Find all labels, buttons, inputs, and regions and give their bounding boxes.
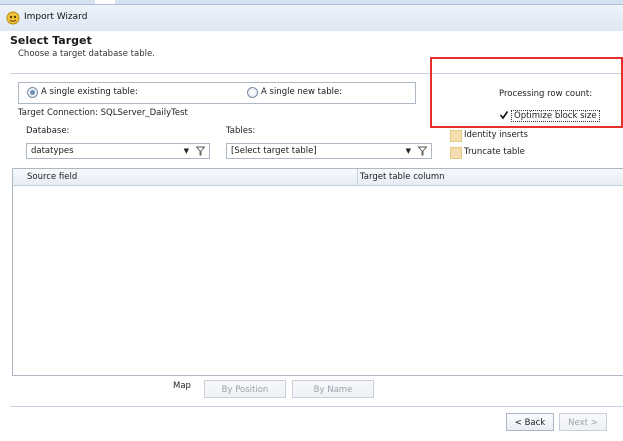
map-label: Map xyxy=(173,381,191,391)
footer-divider xyxy=(10,406,623,407)
tables-combo[interactable]: [Select target table] ▼ xyxy=(226,143,432,159)
mapping-grid[interactable]: Source field Target table column xyxy=(12,168,623,376)
page-subtitle: Choose a target database table. xyxy=(18,49,155,59)
column-header-source-field[interactable]: Source field xyxy=(27,172,77,182)
by-name-button[interactable]: By Name xyxy=(292,380,374,398)
database-label: Database: xyxy=(26,126,70,136)
window-title: Import Wizard xyxy=(24,12,88,22)
existing-table-label[interactable]: A single existing table: xyxy=(41,87,138,97)
filter-icon[interactable] xyxy=(418,146,427,156)
target-mode-group: A single existing table: A single new ta… xyxy=(18,82,416,104)
next-button[interactable]: Next > xyxy=(559,413,607,431)
truncate-table-checkbox[interactable] xyxy=(450,147,462,159)
column-header-target-column[interactable]: Target table column xyxy=(360,172,445,182)
highlight-frame xyxy=(430,57,623,128)
target-connection-label: Target Connection: SQLServer_DailyTest xyxy=(18,108,188,118)
tables-label: Tables: xyxy=(226,126,256,136)
column-separator[interactable] xyxy=(357,169,358,185)
identity-inserts-checkbox[interactable] xyxy=(450,130,462,142)
identity-inserts-label[interactable]: Identity inserts xyxy=(464,130,528,140)
truncate-table-label[interactable]: Truncate table xyxy=(464,147,525,157)
database-value: datatypes xyxy=(31,146,74,156)
window-titlebar: Import Wizard xyxy=(0,4,623,32)
filter-icon[interactable] xyxy=(196,146,205,156)
database-combo[interactable]: datatypes ▼ xyxy=(26,143,210,159)
new-table-label[interactable]: A single new table: xyxy=(261,87,342,97)
import-wizard-icon xyxy=(6,11,20,25)
tables-value: [Select target table] xyxy=(231,146,317,156)
existing-table-radio[interactable] xyxy=(27,87,38,98)
chevron-down-icon[interactable]: ▼ xyxy=(184,144,189,158)
chevron-down-icon[interactable]: ▼ xyxy=(406,144,411,158)
by-position-button[interactable]: By Position xyxy=(204,380,286,398)
grid-header: Source field Target table column xyxy=(13,169,623,186)
page-title: Select Target xyxy=(10,34,92,47)
new-table-radio[interactable] xyxy=(247,87,258,98)
back-button[interactable]: < Back xyxy=(506,413,554,431)
